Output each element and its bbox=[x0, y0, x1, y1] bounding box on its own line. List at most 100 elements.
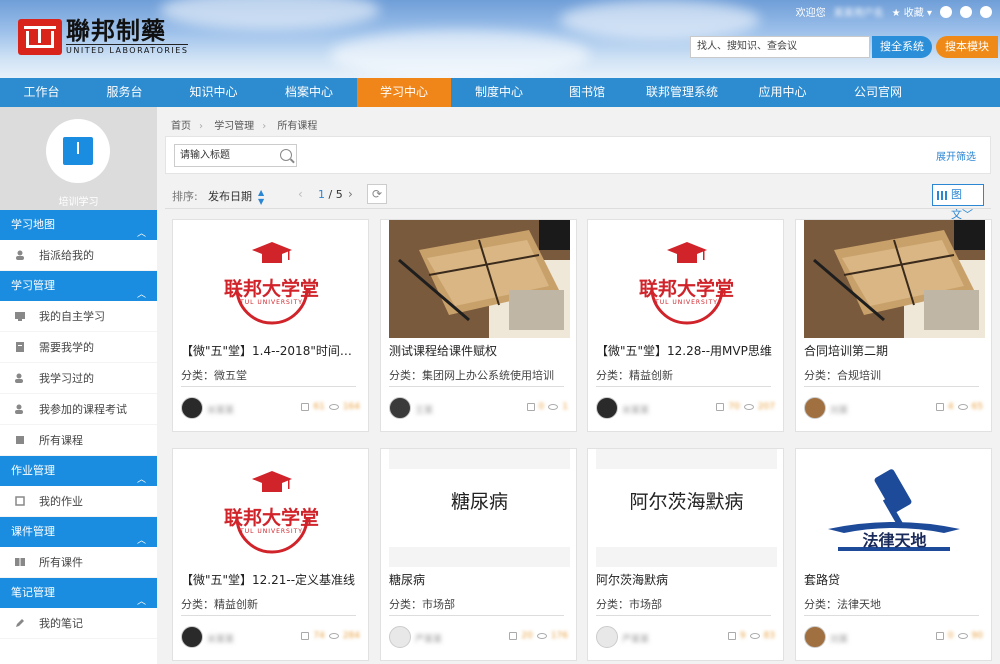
sort-toggle-icon[interactable]: ▲ ▼ bbox=[258, 188, 264, 206]
stationery-photo bbox=[804, 220, 985, 338]
title-search-input[interactable]: 请输入标题 bbox=[174, 144, 297, 167]
divider bbox=[389, 386, 564, 387]
course-card[interactable]: 测试课程给课件赋权 分类：集团网上办公系统使用培训 王某 0 1 bbox=[380, 219, 577, 432]
course-card[interactable]: 联邦大学堂 TUL UNIVERSITY 【微"五"堂】12.21--定义基准线… bbox=[172, 448, 369, 661]
author-name[interactable]: 严某某 bbox=[415, 632, 442, 645]
divider bbox=[165, 208, 991, 209]
nav-management-system[interactable]: 联邦管理系统 bbox=[627, 78, 737, 107]
sidebar-item-course-exam[interactable]: 我参加的课程考试 bbox=[0, 394, 157, 425]
refresh-button[interactable]: ⟳ bbox=[367, 184, 387, 204]
edit-count-icon bbox=[509, 632, 518, 640]
favorites-link[interactable]: ★ 收藏 ▾ bbox=[892, 4, 932, 19]
avatar[interactable] bbox=[596, 626, 618, 648]
thumbnail-caption: 阿尔茨海默病 bbox=[629, 491, 744, 513]
course-card[interactable]: 联邦大学堂 TUL UNIVERSITY 【微"五"堂】1.4--2018"时间… bbox=[172, 219, 369, 432]
author-name[interactable]: 刘某 bbox=[830, 632, 848, 645]
divider bbox=[389, 615, 564, 616]
course-thumbnail[interactable] bbox=[389, 220, 570, 338]
next-page-button[interactable]: › bbox=[348, 187, 353, 201]
sidebar-item-required-study[interactable]: 需要我学的 bbox=[0, 332, 157, 363]
course-card[interactable]: 合同培训第二期 分类：合规培训 刘某 4 65 bbox=[795, 219, 992, 432]
badge-subtitle: TUL UNIVERSITY bbox=[240, 299, 303, 306]
course-title[interactable]: 套路贷 bbox=[804, 571, 985, 588]
nav-company-website[interactable]: 公司官网 bbox=[828, 78, 928, 107]
course-title[interactable]: 糖尿病 bbox=[389, 571, 570, 588]
author-name[interactable]: 米某某 bbox=[207, 632, 234, 645]
course-stats: 0 90 bbox=[935, 631, 983, 641]
course-thumbnail[interactable]: 阿尔茨海默病 bbox=[596, 449, 777, 567]
course-card[interactable]: 联邦大学堂 TUL UNIVERSITY 【微"五"堂】12.28--用MVP思… bbox=[587, 219, 784, 432]
sidebar-section-homework-management[interactable]: 作业管理 ︿ bbox=[0, 456, 157, 486]
nav-app-center[interactable]: 应用中心 bbox=[737, 78, 828, 107]
sidebar-item-all-courseware[interactable]: 所有课件 bbox=[0, 547, 157, 578]
global-search-input[interactable]: 找人、搜知识、查会议 bbox=[690, 36, 870, 58]
logo-english-name: UNITED LABORATORIES bbox=[66, 44, 189, 55]
view-count: 176 bbox=[550, 631, 568, 641]
eye-icon bbox=[957, 633, 968, 639]
breadcrumb-home[interactable]: 首页 bbox=[171, 121, 191, 132]
course-card[interactable]: 糖尿病 糖尿病 分类：市场部 严某某 20 176 bbox=[380, 448, 577, 661]
course-card[interactable]: 阿尔茨海默病 阿尔茨海默病 分类：市场部 严某某 9 83 bbox=[587, 448, 784, 661]
avatar[interactable] bbox=[181, 397, 203, 419]
course-thumbnail[interactable]: 联邦大学堂 TUL UNIVERSITY bbox=[181, 220, 362, 338]
author-name[interactable]: 王某 bbox=[415, 403, 433, 416]
sidebar-item-my-notes[interactable]: 我的笔记 bbox=[0, 608, 157, 639]
course-title[interactable]: 合同培训第二期 bbox=[804, 342, 985, 359]
course-category: 分类：市场部 bbox=[596, 598, 662, 611]
avatar[interactable] bbox=[389, 626, 411, 648]
course-card[interactable]: 法律天地 套路贷 分类：法律天地 刘某 0 90 bbox=[795, 448, 992, 661]
eye-icon bbox=[957, 404, 968, 410]
nav-learning-center[interactable]: 学习中心 bbox=[357, 78, 451, 107]
author-name[interactable]: 米某某 bbox=[622, 403, 649, 416]
sidebar-section-notes-management[interactable]: 笔记管理 ︿ bbox=[0, 578, 157, 608]
message-icon[interactable] bbox=[980, 5, 992, 18]
avatar[interactable] bbox=[181, 626, 203, 648]
settings-icon[interactable] bbox=[940, 5, 952, 18]
course-thumbnail[interactable]: 联邦大学堂 TUL UNIVERSITY bbox=[596, 220, 777, 338]
nav-knowledge-center[interactable]: 知识中心 bbox=[166, 78, 261, 107]
course-thumbnail[interactable]: 联邦大学堂 TUL UNIVERSITY bbox=[181, 449, 362, 567]
search-module-button[interactable]: 搜本模块 bbox=[936, 36, 998, 58]
sidebar-section-courseware-management[interactable]: 课件管理 ︿ bbox=[0, 517, 157, 547]
course-title[interactable]: 【微"五"堂】12.21--定义基准线 bbox=[181, 571, 362, 588]
course-title[interactable]: 【微"五"堂】12.28--用MVP思维 bbox=[596, 342, 777, 359]
prev-page-button[interactable]: ‹ bbox=[298, 187, 303, 201]
username[interactable]: 某某用户名 bbox=[834, 4, 884, 19]
nav-workbench[interactable]: 工作台 bbox=[0, 78, 83, 107]
sidebar-item-studied[interactable]: 我学习过的 bbox=[0, 363, 157, 394]
avatar[interactable] bbox=[389, 397, 411, 419]
sidebar-section-learning-management[interactable]: 学习管理 ︿ bbox=[0, 271, 157, 301]
sidebar-item-self-study[interactable]: 我的自主学习 bbox=[0, 301, 157, 332]
course-thumbnail[interactable] bbox=[804, 220, 985, 338]
avatar[interactable] bbox=[804, 626, 826, 648]
sort-select[interactable]: 发布日期 bbox=[208, 188, 252, 204]
nav-service-desk[interactable]: 服务台 bbox=[83, 78, 166, 107]
course-thumbnail[interactable]: 法律天地 bbox=[804, 449, 985, 567]
compass-icon[interactable] bbox=[960, 5, 972, 18]
nav-archive-center[interactable]: 档案中心 bbox=[261, 78, 357, 107]
author-name[interactable]: 米某某 bbox=[207, 403, 234, 416]
sidebar-item-my-homework[interactable]: 我的作业 bbox=[0, 486, 157, 517]
sidebar-item-assigned[interactable]: 指派给我的 bbox=[0, 240, 157, 271]
nav-policy-center[interactable]: 制度中心 bbox=[451, 78, 547, 107]
author-name[interactable]: 刘某 bbox=[830, 403, 848, 416]
breadcrumb-learning-management[interactable]: 学习管理 bbox=[214, 121, 254, 132]
company-logo[interactable]: 聯邦制藥 UNITED LABORATORIES bbox=[18, 18, 189, 56]
view-mode-select[interactable]: 图文﹀ bbox=[932, 184, 984, 221]
author-name[interactable]: 严某某 bbox=[622, 632, 649, 645]
badge-title: 联邦大学堂 bbox=[223, 278, 319, 300]
search-icon[interactable] bbox=[280, 149, 292, 161]
course-title[interactable]: 【微"五"堂】1.4--2018"时间管理" bbox=[181, 342, 362, 359]
expand-filter-link[interactable]: 展开筛选 bbox=[936, 148, 976, 163]
view-count: 207 bbox=[757, 402, 775, 412]
tul-logo-icon bbox=[18, 19, 62, 55]
course-thumbnail[interactable]: 糖尿病 bbox=[389, 449, 570, 567]
course-title[interactable]: 测试课程给课件赋权 bbox=[389, 342, 570, 359]
nav-library[interactable]: 图书馆 bbox=[547, 78, 627, 107]
avatar[interactable] bbox=[804, 397, 826, 419]
avatar[interactable] bbox=[596, 397, 618, 419]
search-all-button[interactable]: 搜全系统 bbox=[872, 36, 932, 58]
sidebar-section-learning-map[interactable]: 学习地图 ︿ bbox=[0, 210, 157, 240]
sidebar-item-all-courses[interactable]: 所有课程 bbox=[0, 425, 157, 456]
course-title[interactable]: 阿尔茨海默病 bbox=[596, 571, 777, 588]
